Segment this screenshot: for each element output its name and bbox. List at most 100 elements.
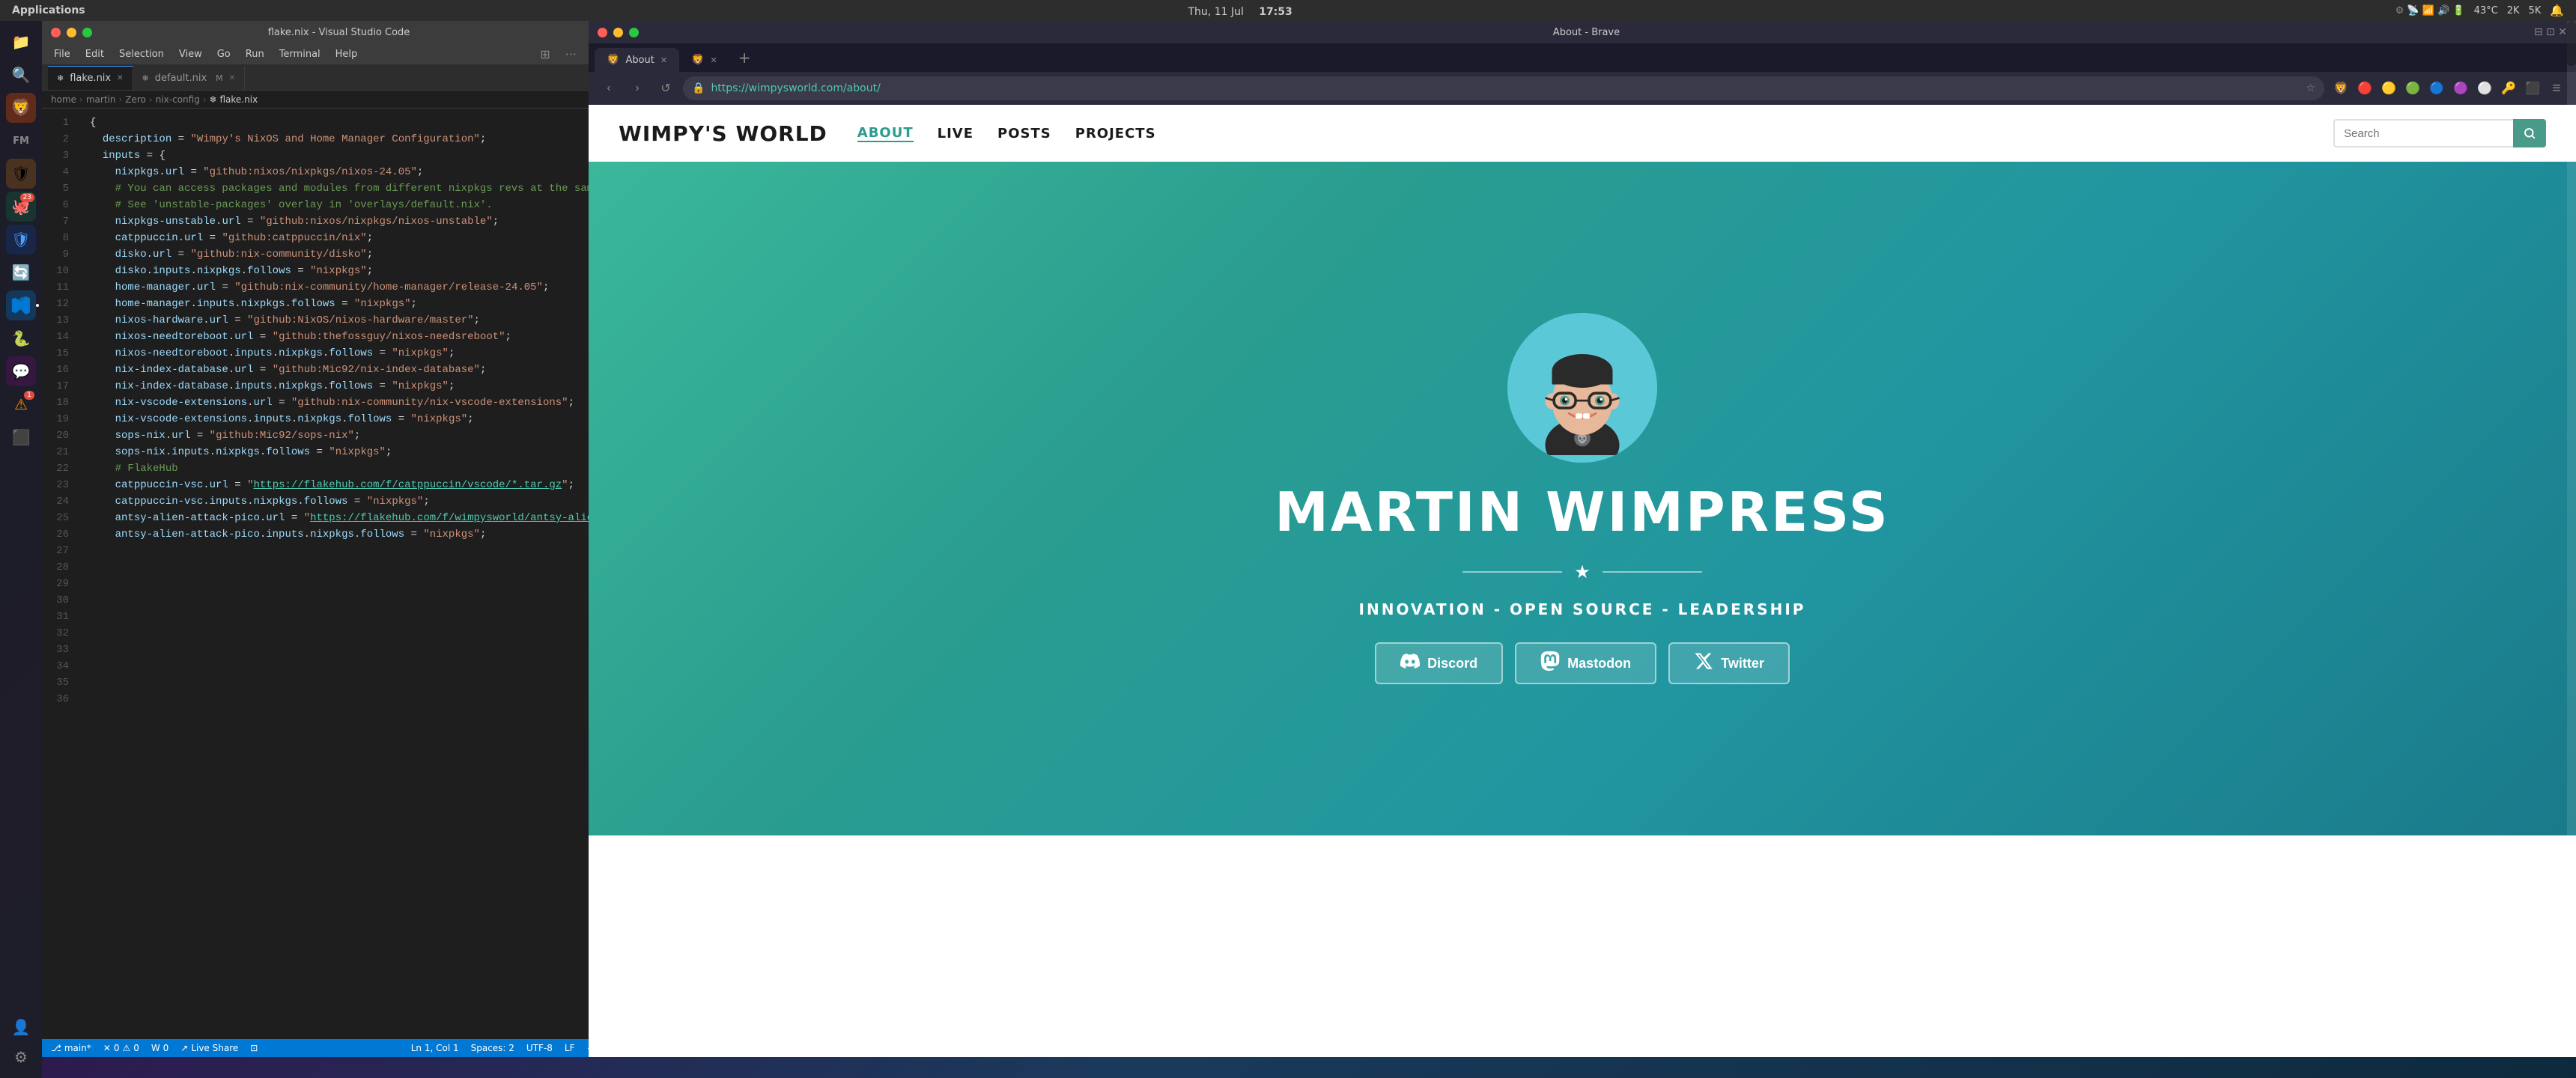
menu-edit[interactable]: Edit — [79, 47, 110, 61]
discord-button[interactable]: Discord — [1375, 642, 1503, 684]
reload-button[interactable]: ↺ — [654, 77, 677, 100]
ww-hero: 💀 — [589, 162, 2576, 835]
menu-run[interactable]: Run — [240, 47, 270, 61]
layout-icon[interactable]: ⊞ — [534, 47, 556, 61]
breadcrumb-flake-nix[interactable]: ❄ flake.nix — [210, 94, 258, 105]
extension-5-icon[interactable]: 🟣 — [2450, 78, 2471, 99]
menu-selection[interactable]: Selection — [113, 47, 170, 61]
dock-shield-icon[interactable]: 🛡 — [6, 225, 36, 255]
extension-1-icon[interactable]: 🔴 — [2354, 78, 2375, 99]
date-display: Thu, 11 Jul — [1188, 6, 1244, 18]
vscode-main: ❄ flake.nix ✕ ❄ default.nix M ✕ ⊟ ··· — [42, 64, 589, 1057]
errors-count[interactable]: ✕ 0 ⚠ 0 — [103, 1043, 139, 1053]
ww-logo[interactable]: WIMPY'S WORLD — [619, 121, 827, 146]
dock-sync-icon[interactable]: 🔄 — [6, 258, 36, 287]
breadcrumb-nix-config[interactable]: nix-config — [156, 94, 200, 105]
brave-rewards-icon[interactable]: 🦁 — [2330, 78, 2351, 99]
default-nix-icon: ❄ — [142, 73, 149, 83]
browser-tab-new[interactable]: 🦁 ✕ — [679, 48, 729, 72]
browser-window: About - Brave ⊟ ⊡ ✕ 🦁 About ✕ 🦁 ✕ + ‹ › … — [589, 21, 2576, 1057]
dock-files-icon[interactable]: 📁 — [6, 27, 36, 57]
browser-scrollbar[interactable] — [2567, 21, 2576, 1057]
tab-close-new[interactable]: ✕ — [711, 55, 717, 65]
dock-warning-icon[interactable]: ⚠ 1 — [6, 389, 36, 419]
menu-terminal[interactable]: Terminal — [273, 47, 326, 61]
cursor-pos[interactable]: Ln 1, Col 1 — [411, 1043, 459, 1053]
dock-search-icon[interactable]: 🔍 — [6, 60, 36, 90]
menu-help[interactable]: Help — [329, 47, 364, 61]
dock-fm-icon[interactable]: FM — [6, 126, 36, 156]
dock-settings-icon[interactable]: ⚙ — [6, 1042, 36, 1072]
nav-posts[interactable]: POSTS — [997, 126, 1051, 141]
extension-6-icon[interactable]: ⚪ — [2474, 78, 2495, 99]
breadcrumb: home › martin › Zero › nix-config › ❄ fl… — [42, 91, 589, 109]
breadcrumb-martin[interactable]: martin — [86, 94, 116, 105]
breadcrumb-home[interactable]: home — [51, 94, 76, 105]
ww-header: WIMPY'S WORLD ABOUT LIVE POSTS PROJECTS — [589, 105, 2576, 162]
browser-tl-close[interactable] — [598, 28, 607, 37]
extension-2-icon[interactable]: 🟡 — [2378, 78, 2399, 99]
dock-terminal-icon[interactable]: ⬛ — [6, 422, 36, 452]
live-share[interactable]: ↗ Live Share — [180, 1043, 238, 1053]
tl-close[interactable] — [51, 28, 61, 37]
browser-menu-icon[interactable]: ≡ — [2546, 78, 2567, 99]
search-button[interactable] — [2513, 119, 2546, 147]
new-tab-btn[interactable]: + — [729, 49, 760, 67]
extension-3-icon[interactable]: 🟢 — [2402, 78, 2423, 99]
dock-python-icon[interactable]: 🐍 — [6, 323, 36, 353]
extension-4-icon[interactable]: 🔵 — [2426, 78, 2447, 99]
encoding-status[interactable]: UTF-8 — [526, 1043, 553, 1053]
terminal-icon-status[interactable]: ⊡ — [250, 1043, 258, 1053]
nav-about[interactable]: ABOUT — [857, 125, 914, 142]
tab-flake-nix[interactable]: ❄ flake.nix ✕ — [48, 66, 133, 90]
menu-go[interactable]: Go — [211, 47, 237, 61]
scrollbar-thumb[interactable] — [2567, 21, 2576, 66]
dock-vscode-icon[interactable] — [6, 290, 36, 320]
nav-live[interactable]: LIVE — [938, 126, 973, 141]
extension-7-icon[interactable]: 🔑 — [2498, 78, 2519, 99]
code-editor[interactable]: { description = "Wimpy's NixOS and Home … — [78, 109, 589, 1039]
tab-close-about[interactable]: ✕ — [660, 55, 667, 65]
tab-flake-nix-label: flake.nix — [70, 73, 111, 84]
url-bar[interactable]: 🔒 https://wimpysworld.com/about/ ☆ — [683, 76, 2324, 100]
breadcrumb-zero[interactable]: Zero — [125, 94, 146, 105]
nav-projects[interactable]: PROJECTS — [1075, 126, 1156, 141]
watch-status[interactable]: W 0 — [151, 1043, 168, 1053]
applications-label[interactable]: Applications — [12, 4, 85, 16]
menu-file[interactable]: File — [48, 47, 76, 61]
tab-favicon-about: 🦁 — [607, 54, 619, 66]
menu-view[interactable]: View — [173, 47, 208, 61]
mastodon-button[interactable]: Mastodon — [1515, 642, 1656, 684]
spaces-status[interactable]: Spaces: 2 — [471, 1043, 514, 1053]
more-icon[interactable]: ··· — [559, 47, 583, 61]
dock-git-icon[interactable]: 🐙 23 — [6, 192, 36, 222]
forward-button[interactable]: › — [626, 77, 648, 100]
browser-tl-maximize[interactable] — [629, 28, 639, 37]
vscode-menubar: File Edit Selection View Go Run Terminal… — [42, 43, 589, 64]
tab-close-flake[interactable]: ✕ — [117, 74, 123, 82]
live-share-label: Live Share — [191, 1043, 238, 1053]
dock-user-icon[interactable]: 👤 — [6, 1012, 36, 1042]
dock-brave-icon[interactable]: 🛡 — [6, 159, 36, 189]
browser-tab-about[interactable]: 🦁 About ✕ — [595, 48, 679, 72]
warning-count: 0 — [133, 1043, 139, 1053]
tl-minimize[interactable] — [67, 28, 76, 37]
git-branch[interactable]: ⎇ main* — [51, 1043, 91, 1053]
tl-maximize[interactable] — [82, 28, 92, 37]
twitter-button[interactable]: Twitter — [1668, 642, 1790, 684]
dock-chat-icon[interactable]: 💬 — [6, 356, 36, 386]
search-input[interactable] — [2333, 119, 2513, 147]
extensions-menu-icon[interactable]: ⬛ — [2522, 78, 2543, 99]
discord-label: Discord — [1427, 656, 1477, 672]
tab-default-nix[interactable]: ❄ default.nix M ✕ — [133, 66, 246, 90]
notif-icon[interactable]: 🔔 — [2550, 4, 2564, 17]
tab-favicon-new: 🦁 — [691, 54, 704, 66]
twitter-label: Twitter — [1721, 656, 1764, 672]
browser-tl-minimize[interactable] — [613, 28, 623, 37]
live-share-icon: ↗ — [180, 1043, 188, 1053]
lf-status[interactable]: LF — [565, 1043, 575, 1053]
star-bookmark-icon[interactable]: ☆ — [2306, 82, 2315, 94]
dock-browser-icon[interactable]: 🦁 — [6, 93, 36, 123]
tab-close-default[interactable]: ✕ — [229, 74, 235, 82]
back-button[interactable]: ‹ — [598, 77, 620, 100]
